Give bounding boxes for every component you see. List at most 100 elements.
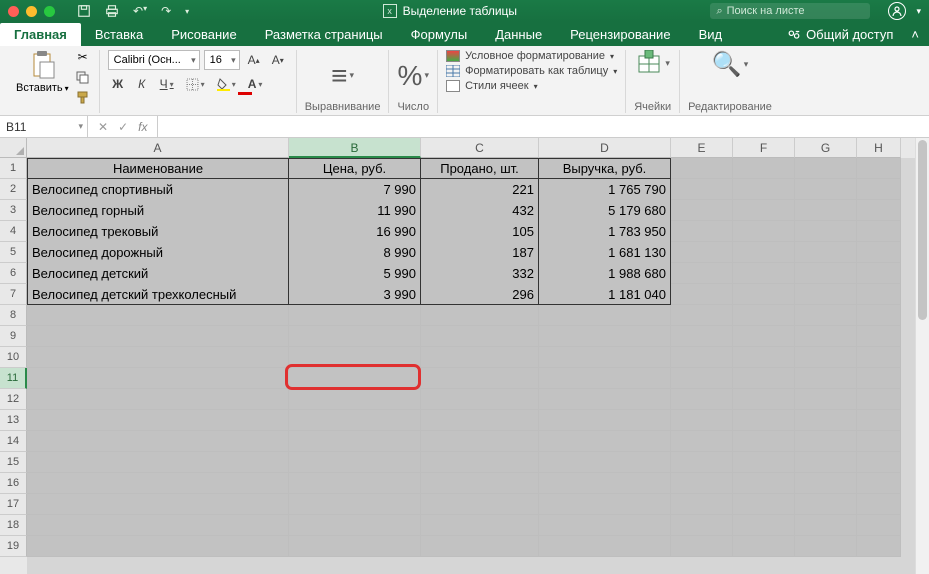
underline-button[interactable]: Ч▾ [156, 74, 178, 94]
column-header-E[interactable]: E [671, 138, 733, 158]
tab-вид[interactable]: Вид [685, 23, 737, 46]
cell-D7[interactable]: 1 181 040 [539, 284, 671, 305]
cell-E1[interactable] [671, 158, 733, 179]
font-color-button[interactable]: A▾ [244, 74, 267, 94]
tab-рисование[interactable]: Рисование [157, 23, 250, 46]
cell-G3[interactable] [795, 200, 857, 221]
cell-A18[interactable] [27, 515, 289, 536]
cell-C16[interactable] [421, 473, 539, 494]
copy-icon[interactable] [75, 70, 91, 84]
row-header-17[interactable]: 17 [0, 494, 27, 515]
format-as-table-button[interactable]: Форматировать как таблицу▾ [446, 65, 617, 77]
cell-H9[interactable] [857, 326, 901, 347]
cell-G18[interactable] [795, 515, 857, 536]
save-icon[interactable] [77, 4, 91, 18]
cell-E3[interactable] [671, 200, 733, 221]
minimize-window-button[interactable] [26, 6, 37, 17]
name-box[interactable]: B11 [0, 116, 88, 137]
cell-C14[interactable] [421, 431, 539, 452]
cell-F15[interactable] [733, 452, 795, 473]
percent-icon[interactable]: % [398, 60, 423, 92]
row-header-19[interactable]: 19 [0, 536, 27, 557]
cell-D18[interactable] [539, 515, 671, 536]
cell-G12[interactable] [795, 389, 857, 410]
row-header-1[interactable]: 1 [0, 158, 27, 179]
increase-font-icon[interactable]: A▴ [244, 50, 264, 70]
cell-styles-button[interactable]: Стили ячеек▾ [446, 80, 617, 92]
column-header-C[interactable]: C [421, 138, 539, 158]
cell-F11[interactable] [733, 368, 795, 389]
cell-C6[interactable]: 332 [421, 263, 539, 284]
cell-C5[interactable]: 187 [421, 242, 539, 263]
cell-B3[interactable]: 11 990 [289, 200, 421, 221]
cell-B19[interactable] [289, 536, 421, 557]
cell-B11[interactable] [289, 368, 421, 389]
cell-D17[interactable] [539, 494, 671, 515]
paste-button[interactable]: Вставить▾ [16, 50, 69, 104]
row-header-3[interactable]: 3 [0, 200, 27, 221]
editing-search-icon[interactable]: 🔍 [712, 50, 742, 79]
row-header-11[interactable]: 11 [0, 368, 27, 389]
cell-A16[interactable] [27, 473, 289, 494]
cell-A9[interactable] [27, 326, 289, 347]
cell-B16[interactable] [289, 473, 421, 494]
cell-F19[interactable] [733, 536, 795, 557]
cell-G4[interactable] [795, 221, 857, 242]
column-header-G[interactable]: G [795, 138, 857, 158]
cell-E5[interactable] [671, 242, 733, 263]
cell-D6[interactable]: 1 988 680 [539, 263, 671, 284]
cell-C8[interactable] [421, 305, 539, 326]
cell-B4[interactable]: 16 990 [289, 221, 421, 242]
fill-color-button[interactable]: ▾ [213, 74, 240, 94]
cell-H16[interactable] [857, 473, 901, 494]
cell-G5[interactable] [795, 242, 857, 263]
cell-B1[interactable]: Цена, руб. [289, 158, 421, 179]
cell-F12[interactable] [733, 389, 795, 410]
row-header-13[interactable]: 13 [0, 410, 27, 431]
cell-G7[interactable] [795, 284, 857, 305]
cell-G1[interactable] [795, 158, 857, 179]
tab-разметка страницы[interactable]: Разметка страницы [251, 23, 397, 46]
cell-G17[interactable] [795, 494, 857, 515]
user-account-icon[interactable] [888, 2, 906, 20]
cell-C13[interactable] [421, 410, 539, 431]
cell-G13[interactable] [795, 410, 857, 431]
cell-B15[interactable] [289, 452, 421, 473]
cell-H2[interactable] [857, 179, 901, 200]
print-icon[interactable] [105, 4, 119, 18]
italic-button[interactable]: К [132, 74, 152, 94]
cell-C19[interactable] [421, 536, 539, 557]
cell-C2[interactable]: 221 [421, 179, 539, 200]
row-header-7[interactable]: 7 [0, 284, 27, 305]
cell-F10[interactable] [733, 347, 795, 368]
row-header-16[interactable]: 16 [0, 473, 27, 494]
cell-C7[interactable]: 296 [421, 284, 539, 305]
cell-E16[interactable] [671, 473, 733, 494]
cut-icon[interactable]: ✂ [75, 50, 91, 64]
cell-H17[interactable] [857, 494, 901, 515]
share-button[interactable]: Общий доступ [773, 23, 907, 46]
row-header-14[interactable]: 14 [0, 431, 27, 452]
column-header-D[interactable]: D [539, 138, 671, 158]
cell-A8[interactable] [27, 305, 289, 326]
cell-A6[interactable]: Велосипед детский [27, 263, 289, 284]
conditional-formatting-button[interactable]: Условное форматирование▾ [446, 50, 617, 62]
cell-H11[interactable] [857, 368, 901, 389]
cell-D15[interactable] [539, 452, 671, 473]
row-header-6[interactable]: 6 [0, 263, 27, 284]
cell-C18[interactable] [421, 515, 539, 536]
cell-F18[interactable] [733, 515, 795, 536]
tab-рецензирование[interactable]: Рецензирование [556, 23, 684, 46]
cell-C1[interactable]: Продано, шт. [421, 158, 539, 179]
alignment-icon[interactable]: ≡ [331, 60, 347, 92]
font-size-select[interactable]: 16 [204, 50, 240, 70]
cell-A7[interactable]: Велосипед детский трехколесный [27, 284, 289, 305]
cell-E13[interactable] [671, 410, 733, 431]
cell-E10[interactable] [671, 347, 733, 368]
cell-F13[interactable] [733, 410, 795, 431]
row-header-5[interactable]: 5 [0, 242, 27, 263]
cell-G14[interactable] [795, 431, 857, 452]
cell-D3[interactable]: 5 179 680 [539, 200, 671, 221]
cell-B9[interactable] [289, 326, 421, 347]
cell-E19[interactable] [671, 536, 733, 557]
